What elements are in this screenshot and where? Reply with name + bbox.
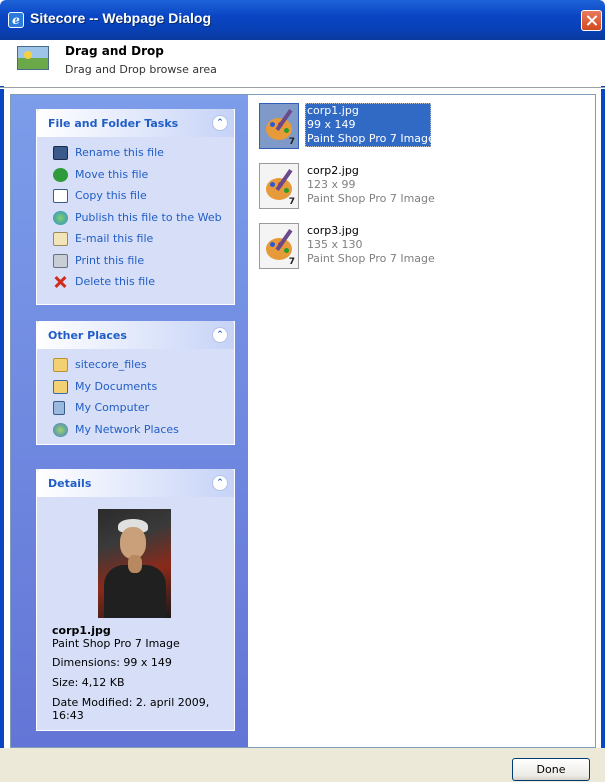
browse-area: File and Folder Tasks ⌃ Rename this file… bbox=[10, 94, 596, 748]
delete-icon bbox=[53, 275, 68, 289]
panel-title: Details bbox=[48, 477, 92, 490]
place-my-computer[interactable]: My Computer bbox=[37, 398, 234, 420]
details-panel: Details ⌃ corp1.jpg Paint Shop Pro 7 Ima… bbox=[36, 469, 235, 731]
task-email[interactable]: E-mail this file bbox=[37, 229, 234, 251]
done-button[interactable]: Done bbox=[512, 758, 590, 781]
place-sitecore-files[interactable]: sitecore_files bbox=[37, 355, 234, 377]
dialog-header: Drag and Drop Drag and Drop browse area bbox=[0, 40, 605, 86]
paint-shop-pro-file-icon: 7 bbox=[259, 223, 299, 269]
file-type: Paint Shop Pro 7 Image bbox=[307, 252, 435, 265]
paint-shop-pro-file-icon: 7 bbox=[259, 163, 299, 209]
network-places-icon bbox=[53, 422, 68, 437]
rename-icon bbox=[53, 146, 68, 160]
collapse-icon[interactable]: ⌃ bbox=[212, 475, 228, 491]
file-dimensions: 123 x 99 bbox=[307, 178, 356, 191]
panel-header[interactable]: File and Folder Tasks ⌃ bbox=[37, 109, 234, 137]
task-rename[interactable]: Rename this file bbox=[37, 143, 234, 165]
other-places-panel: Other Places ⌃ sitecore_files My Documen… bbox=[36, 321, 235, 445]
file-item[interactable]: 7 corp3.jpg 135 x 130 Paint Shop Pro 7 I… bbox=[255, 219, 585, 273]
move-icon bbox=[53, 167, 68, 182]
file-type: Paint Shop Pro 7 Image bbox=[307, 132, 435, 145]
details-dimensions: Dimensions: 99 x 149 bbox=[52, 656, 172, 669]
window-frame-right bbox=[601, 40, 605, 782]
header-subtitle: Drag and Drop browse area bbox=[65, 63, 217, 76]
task-copy[interactable]: Copy this file bbox=[37, 186, 234, 208]
place-my-documents[interactable]: My Documents bbox=[37, 377, 234, 399]
ie-icon: e bbox=[8, 12, 24, 28]
folder-icon bbox=[53, 358, 68, 372]
panel-header[interactable]: Other Places ⌃ bbox=[37, 321, 234, 349]
file-folder-tasks-panel: File and Folder Tasks ⌃ Rename this file… bbox=[36, 109, 235, 305]
panel-header[interactable]: Details ⌃ bbox=[37, 469, 234, 497]
dialog-footer: Done bbox=[0, 748, 605, 782]
my-computer-icon bbox=[53, 401, 65, 415]
file-name: corp3.jpg bbox=[307, 224, 359, 237]
details-size: Size: 4,12 KB bbox=[52, 676, 125, 689]
file-item[interactable]: 7 corp1.jpg 99 x 149 Paint Shop Pro 7 Im… bbox=[255, 99, 585, 153]
file-item[interactable]: 7 corp2.jpg 123 x 99 Paint Shop Pro 7 Im… bbox=[255, 159, 585, 213]
task-pane: File and Folder Tasks ⌃ Rename this file… bbox=[11, 95, 248, 747]
details-type: Paint Shop Pro 7 Image bbox=[52, 637, 180, 650]
file-dimensions: 135 x 130 bbox=[307, 238, 363, 251]
header-title: Drag and Drop bbox=[65, 44, 164, 58]
collapse-icon[interactable]: ⌃ bbox=[212, 115, 228, 131]
task-delete[interactable]: Delete this file bbox=[37, 272, 234, 294]
file-list[interactable]: 7 corp1.jpg 99 x 149 Paint Shop Pro 7 Im… bbox=[248, 95, 595, 747]
file-type: Paint Shop Pro 7 Image bbox=[307, 192, 435, 205]
details-modified: Date Modified: 2. april 2009, bbox=[52, 696, 210, 709]
my-documents-icon bbox=[53, 379, 68, 394]
panel-title: Other Places bbox=[48, 329, 127, 342]
title-bar[interactable]: e Sitecore -- Webpage Dialog bbox=[0, 0, 605, 40]
paint-shop-pro-file-icon: 7 bbox=[259, 103, 299, 149]
publish-web-icon bbox=[53, 210, 68, 225]
file-name: corp1.jpg bbox=[307, 104, 359, 117]
window-title: Sitecore -- Webpage Dialog bbox=[30, 10, 211, 26]
task-print[interactable]: Print this file bbox=[37, 251, 234, 273]
copy-icon bbox=[53, 189, 68, 203]
details-modified-time: 16:43 bbox=[52, 709, 84, 722]
image-icon bbox=[17, 46, 49, 70]
details-filename: corp1.jpg bbox=[52, 624, 111, 637]
task-publish[interactable]: Publish this file to the Web bbox=[37, 208, 234, 230]
place-network-places[interactable]: My Network Places bbox=[37, 420, 234, 442]
task-move[interactable]: Move this file bbox=[37, 165, 234, 187]
window-frame-left bbox=[0, 40, 4, 782]
header-separator bbox=[0, 87, 605, 89]
close-icon[interactable] bbox=[581, 10, 602, 31]
email-icon bbox=[53, 232, 68, 246]
collapse-icon[interactable]: ⌃ bbox=[212, 327, 228, 343]
file-name: corp2.jpg bbox=[307, 164, 359, 177]
panel-title: File and Folder Tasks bbox=[48, 117, 179, 130]
print-icon bbox=[53, 253, 68, 268]
file-dimensions: 99 x 149 bbox=[307, 118, 356, 131]
file-preview-image bbox=[98, 509, 171, 618]
